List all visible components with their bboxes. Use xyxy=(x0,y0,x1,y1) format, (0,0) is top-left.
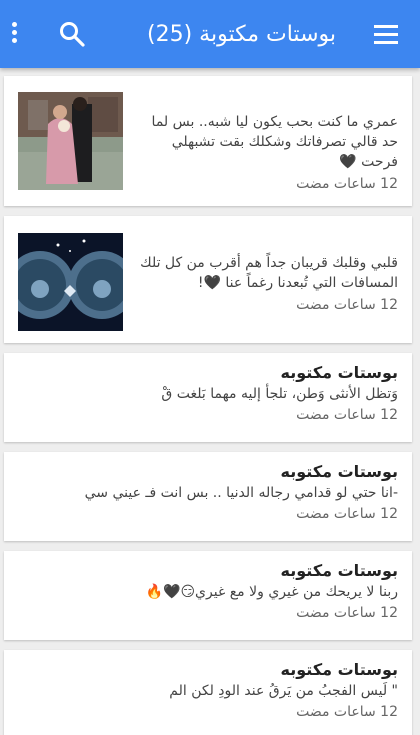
post-time: 12 ساعات مضت xyxy=(296,605,398,621)
post-card[interactable]: بوستات مكتوبه -انا حتي لو قدامي رجاله ال… xyxy=(4,452,412,541)
post-body: -انا حتي لو قدامي رجاله الدنيا .. بس انت… xyxy=(84,485,398,501)
post-time: 12 ساعات مضت xyxy=(296,704,398,720)
post-image-illustration xyxy=(18,233,123,331)
post-text: بوستات مكتوبه وَتظل الأنثى وَطن، تلجأ إل… xyxy=(18,363,398,423)
post-image-couple xyxy=(18,92,123,190)
post-heading: بوستات مكتوبه xyxy=(280,363,398,382)
post-time: 12 ساعات مضت xyxy=(296,506,398,522)
post-card[interactable]: بوستات مكتوبه ربنا لا يريحك من غيري ولا … xyxy=(4,551,412,640)
post-text: بوستات مكتوبه -انا حتي لو قدامي رجاله ال… xyxy=(18,462,398,522)
post-heading: بوستات مكتوبه xyxy=(280,660,398,679)
posts-list: عمري ما كنت بحب يكون ليا شبه.. بس لما حد… xyxy=(4,76,412,735)
post-text: عمري ما كنت بحب يكون ليا شبه.. بس لما حد… xyxy=(132,112,398,192)
post-time: 12 ساعات مضت xyxy=(296,176,398,192)
post-body: وَتظل الأنثى وَطن، تلجأ إليه مهما بَلغت … xyxy=(161,386,398,402)
search-icon[interactable] xyxy=(58,20,86,48)
post-heading: بوستات مكتوبه xyxy=(280,561,398,580)
post-text: بوستات مكتوبه ربنا لا يريحك من غيري ولا … xyxy=(18,561,398,621)
post-card[interactable]: بوستات مكتوبه وَتظل الأنثى وَطن، تلجأ إل… xyxy=(4,353,412,442)
post-heading: بوستات مكتوبه xyxy=(280,462,398,481)
post-text: بوستات مكتوبه " لَيس الفجبُ من يَرقُ عند… xyxy=(18,660,398,720)
post-card[interactable]: عمري ما كنت بحب يكون ليا شبه.. بس لما حد… xyxy=(4,76,412,206)
post-body: عمري ما كنت بحب يكون ليا شبه.. بس لما حد… xyxy=(151,114,398,170)
more-options-icon[interactable] xyxy=(10,22,18,48)
page-title: بوستات مكتوبة (25) xyxy=(147,22,336,47)
hamburger-menu-icon[interactable] xyxy=(374,25,398,45)
post-body: قلبي وقلبك قريبان جداً هم أقرب من كل تلك… xyxy=(140,255,398,291)
post-card[interactable]: قلبي وقلبك قريبان جداً هم أقرب من كل تلك… xyxy=(4,216,412,343)
post-body: " لَيس الفجبُ من يَرقُ عند الودِ لكن الم xyxy=(169,683,398,699)
post-time: 12 ساعات مضت xyxy=(296,297,398,313)
post-body: ربنا لا يريحك من غيري ولا مع غيري😏🖤🔥 xyxy=(145,584,398,600)
post-card[interactable]: بوستات مكتوبه " لَيس الفجبُ من يَرقُ عند… xyxy=(4,650,412,735)
post-text: قلبي وقلبك قريبان جداً هم أقرب من كل تلك… xyxy=(132,253,398,313)
app-bar: بوستات مكتوبة (25) xyxy=(0,0,420,68)
post-time: 12 ساعات مضت xyxy=(296,407,398,423)
